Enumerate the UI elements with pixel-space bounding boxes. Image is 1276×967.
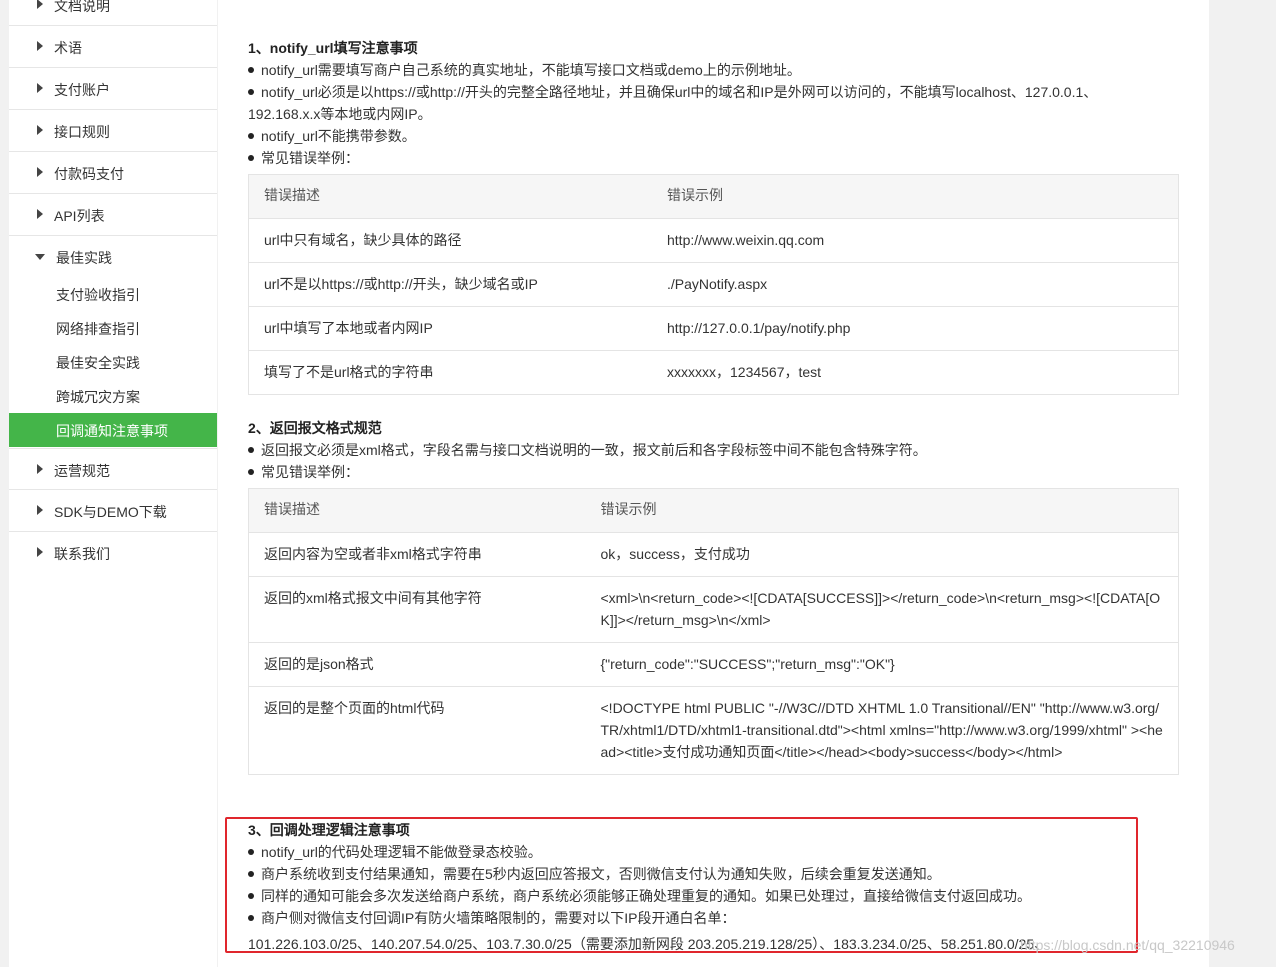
chevron-down-icon bbox=[35, 254, 45, 260]
sidebar-item-account[interactable]: 支付账户 bbox=[9, 68, 217, 110]
sidebar-item-contact[interactable]: 联系我们 bbox=[9, 532, 217, 574]
watermark: https://blog.csdn.net/qq_32210946 bbox=[1020, 937, 1235, 953]
table-row: 返回的是json格式 {"return_code":"SUCCESS";"ret… bbox=[248, 642, 1179, 687]
table-cell: 返回内容为空或者非xml格式字符串 bbox=[248, 532, 586, 577]
table-header-cell: 错误描述 bbox=[248, 174, 652, 219]
section2-bullet: 返回报文必须是xml格式，字段名需与接口文档说明的一致，报文前后和各字段标签中间… bbox=[248, 439, 927, 461]
section1-bullet-continuation: 192.168.x.x等本地或内网IP。 bbox=[248, 106, 432, 122]
section1-bullet: notify_url需要填写商户自己系统的真实地址，不能填写接口文档或demo上… bbox=[248, 59, 801, 81]
table-row: 返回内容为空或者非xml格式字符串 ok，success，支付成功 bbox=[248, 532, 1179, 577]
sidebar-item-doc[interactable]: 文档说明 bbox=[9, 0, 217, 26]
sidebar-subitem-disaster-recovery[interactable]: 跨城冗灾方案 bbox=[9, 379, 217, 413]
chevron-right-icon bbox=[37, 83, 43, 93]
sidebar-item-label: API列表 bbox=[54, 208, 105, 224]
sidebar-subitem-network[interactable]: 网络排查指引 bbox=[9, 311, 217, 345]
table-row: 返回的是整个页面的html代码 <!DOCTYPE html PUBLIC "-… bbox=[248, 686, 1179, 775]
section1-bullet: notify_url必须是以https://或http://开头的完整全路径地址… bbox=[248, 81, 1097, 103]
table-header-cell: 错误示例 bbox=[652, 174, 1179, 219]
sidebar-item-sdk-demo[interactable]: SDK与DEMO下载 bbox=[9, 490, 217, 532]
sidebar-item-label: SDK与DEMO下载 bbox=[54, 504, 167, 520]
table-cell: url中只有域名，缺少具体的路径 bbox=[248, 218, 652, 263]
chevron-right-icon bbox=[37, 125, 43, 135]
section1-bullet: 常见错误举例： bbox=[248, 147, 359, 169]
sidebar: 文档说明 术语 支付账户 接口规则 付款码支付 API列表 最佳实践 支付验收指… bbox=[9, 0, 217, 967]
sidebar-item-terms[interactable]: 术语 bbox=[9, 26, 217, 68]
table-cell: <xml>\n<return_code><![CDATA[SUCCESS]]><… bbox=[585, 576, 1179, 643]
sidebar-item-label: 最佳实践 bbox=[56, 250, 112, 266]
sidebar-subitem-acceptance[interactable]: 支付验收指引 bbox=[9, 277, 217, 311]
sidebar-item-micropay[interactable]: 付款码支付 bbox=[9, 152, 217, 194]
section2-title: 2、返回报文格式规范 bbox=[248, 420, 382, 436]
table-header-cell: 错误示例 bbox=[585, 488, 1179, 533]
sidebar-item-rules[interactable]: 接口规则 bbox=[9, 110, 217, 152]
table-cell: url不是以https://或http://开头，缺少域名或IP bbox=[248, 262, 652, 307]
table-cell: ok，success，支付成功 bbox=[585, 532, 1179, 577]
sidebar-subitem-label: 最佳安全实践 bbox=[56, 355, 140, 371]
sidebar-item-label: 联系我们 bbox=[54, 546, 110, 562]
table-cell: {"return_code":"SUCCESS";"return_msg":"O… bbox=[585, 642, 1179, 687]
section1-title: 1、notify_url填写注意事项 bbox=[248, 40, 418, 56]
bullet-icon bbox=[248, 155, 254, 162]
error-table-2: 错误描述 错误示例 返回内容为空或者非xml格式字符串 ok，success，支… bbox=[248, 488, 1179, 775]
sidebar-subitem-label: 回调通知注意事项 bbox=[56, 423, 168, 439]
sidebar-item-api-list[interactable]: API列表 bbox=[9, 194, 217, 236]
table-row: 填写了不是url格式的字符串 xxxxxxx，1234567，test bbox=[248, 350, 1179, 395]
sidebar-subitem-callback-notice[interactable]: 回调通知注意事项 bbox=[9, 413, 217, 447]
table-header-cell: 错误描述 bbox=[248, 488, 586, 533]
table-cell: 返回的是json格式 bbox=[248, 642, 586, 687]
sidebar-subitem-label: 支付验收指引 bbox=[56, 287, 140, 303]
table-header-row: 错误描述 错误示例 bbox=[248, 174, 1179, 219]
sidebar-subitem-label: 网络排查指引 bbox=[56, 321, 140, 337]
table-cell: http://www.weixin.qq.com bbox=[652, 218, 1179, 263]
sidebar-subitem-security[interactable]: 最佳安全实践 bbox=[9, 345, 217, 379]
chevron-right-icon bbox=[37, 209, 43, 219]
table-row: url中填写了本地或者内网IP http://127.0.0.1/pay/not… bbox=[248, 306, 1179, 351]
error-table-1: 错误描述 错误示例 url中只有域名，缺少具体的路径 http://www.we… bbox=[248, 174, 1179, 395]
bullet-icon bbox=[248, 67, 254, 74]
bullet-icon bbox=[248, 469, 254, 476]
table-cell: 返回的xml格式报文中间有其他字符 bbox=[248, 576, 586, 643]
highlight-box bbox=[225, 817, 1138, 953]
sidebar-item-label: 付款码支付 bbox=[54, 166, 124, 182]
table-row: url中只有域名，缺少具体的路径 http://www.weixin.qq.co… bbox=[248, 218, 1179, 263]
table-cell: 填写了不是url格式的字符串 bbox=[248, 350, 652, 395]
sidebar-item-label: 接口规则 bbox=[54, 124, 110, 140]
table-cell: url中填写了本地或者内网IP bbox=[248, 306, 652, 351]
sidebar-item-best-practice[interactable]: 最佳实践 bbox=[9, 236, 217, 278]
sidebar-item-label: 文档说明 bbox=[54, 0, 110, 14]
bullet-icon bbox=[248, 133, 254, 140]
table-row: url不是以https://或http://开头，缺少域名或IP ./PayNo… bbox=[248, 262, 1179, 307]
chevron-right-icon bbox=[37, 41, 43, 51]
table-cell: ./PayNotify.aspx bbox=[652, 262, 1179, 307]
section1-bullet: notify_url不能携带参数。 bbox=[248, 125, 416, 147]
table-cell: xxxxxxx，1234567，test bbox=[652, 350, 1179, 395]
sidebar-subitem-label: 跨城冗灾方案 bbox=[56, 389, 140, 405]
sidebar-item-label: 支付账户 bbox=[54, 82, 110, 98]
chevron-right-icon bbox=[37, 464, 43, 474]
sidebar-item-label: 运营规范 bbox=[54, 463, 110, 479]
table-cell: <!DOCTYPE html PUBLIC "-//W3C//DTD XHTML… bbox=[585, 686, 1179, 775]
chevron-right-icon bbox=[37, 0, 43, 9]
bullet-icon bbox=[248, 89, 254, 96]
chevron-right-icon bbox=[37, 505, 43, 515]
section2-bullet: 常见错误举例： bbox=[248, 461, 359, 483]
bullet-icon bbox=[248, 447, 254, 454]
sidebar-item-label: 术语 bbox=[54, 40, 82, 56]
chevron-right-icon bbox=[37, 167, 43, 177]
table-row: 返回的xml格式报文中间有其他字符 <xml>\n<return_code><!… bbox=[248, 576, 1179, 643]
chevron-right-icon bbox=[37, 547, 43, 557]
table-header-row: 错误描述 错误示例 bbox=[248, 488, 1179, 533]
sidebar-item-operation[interactable]: 运营规范 bbox=[9, 448, 217, 490]
table-cell: http://127.0.0.1/pay/notify.php bbox=[652, 306, 1179, 351]
table-cell: 返回的是整个页面的html代码 bbox=[248, 686, 586, 775]
